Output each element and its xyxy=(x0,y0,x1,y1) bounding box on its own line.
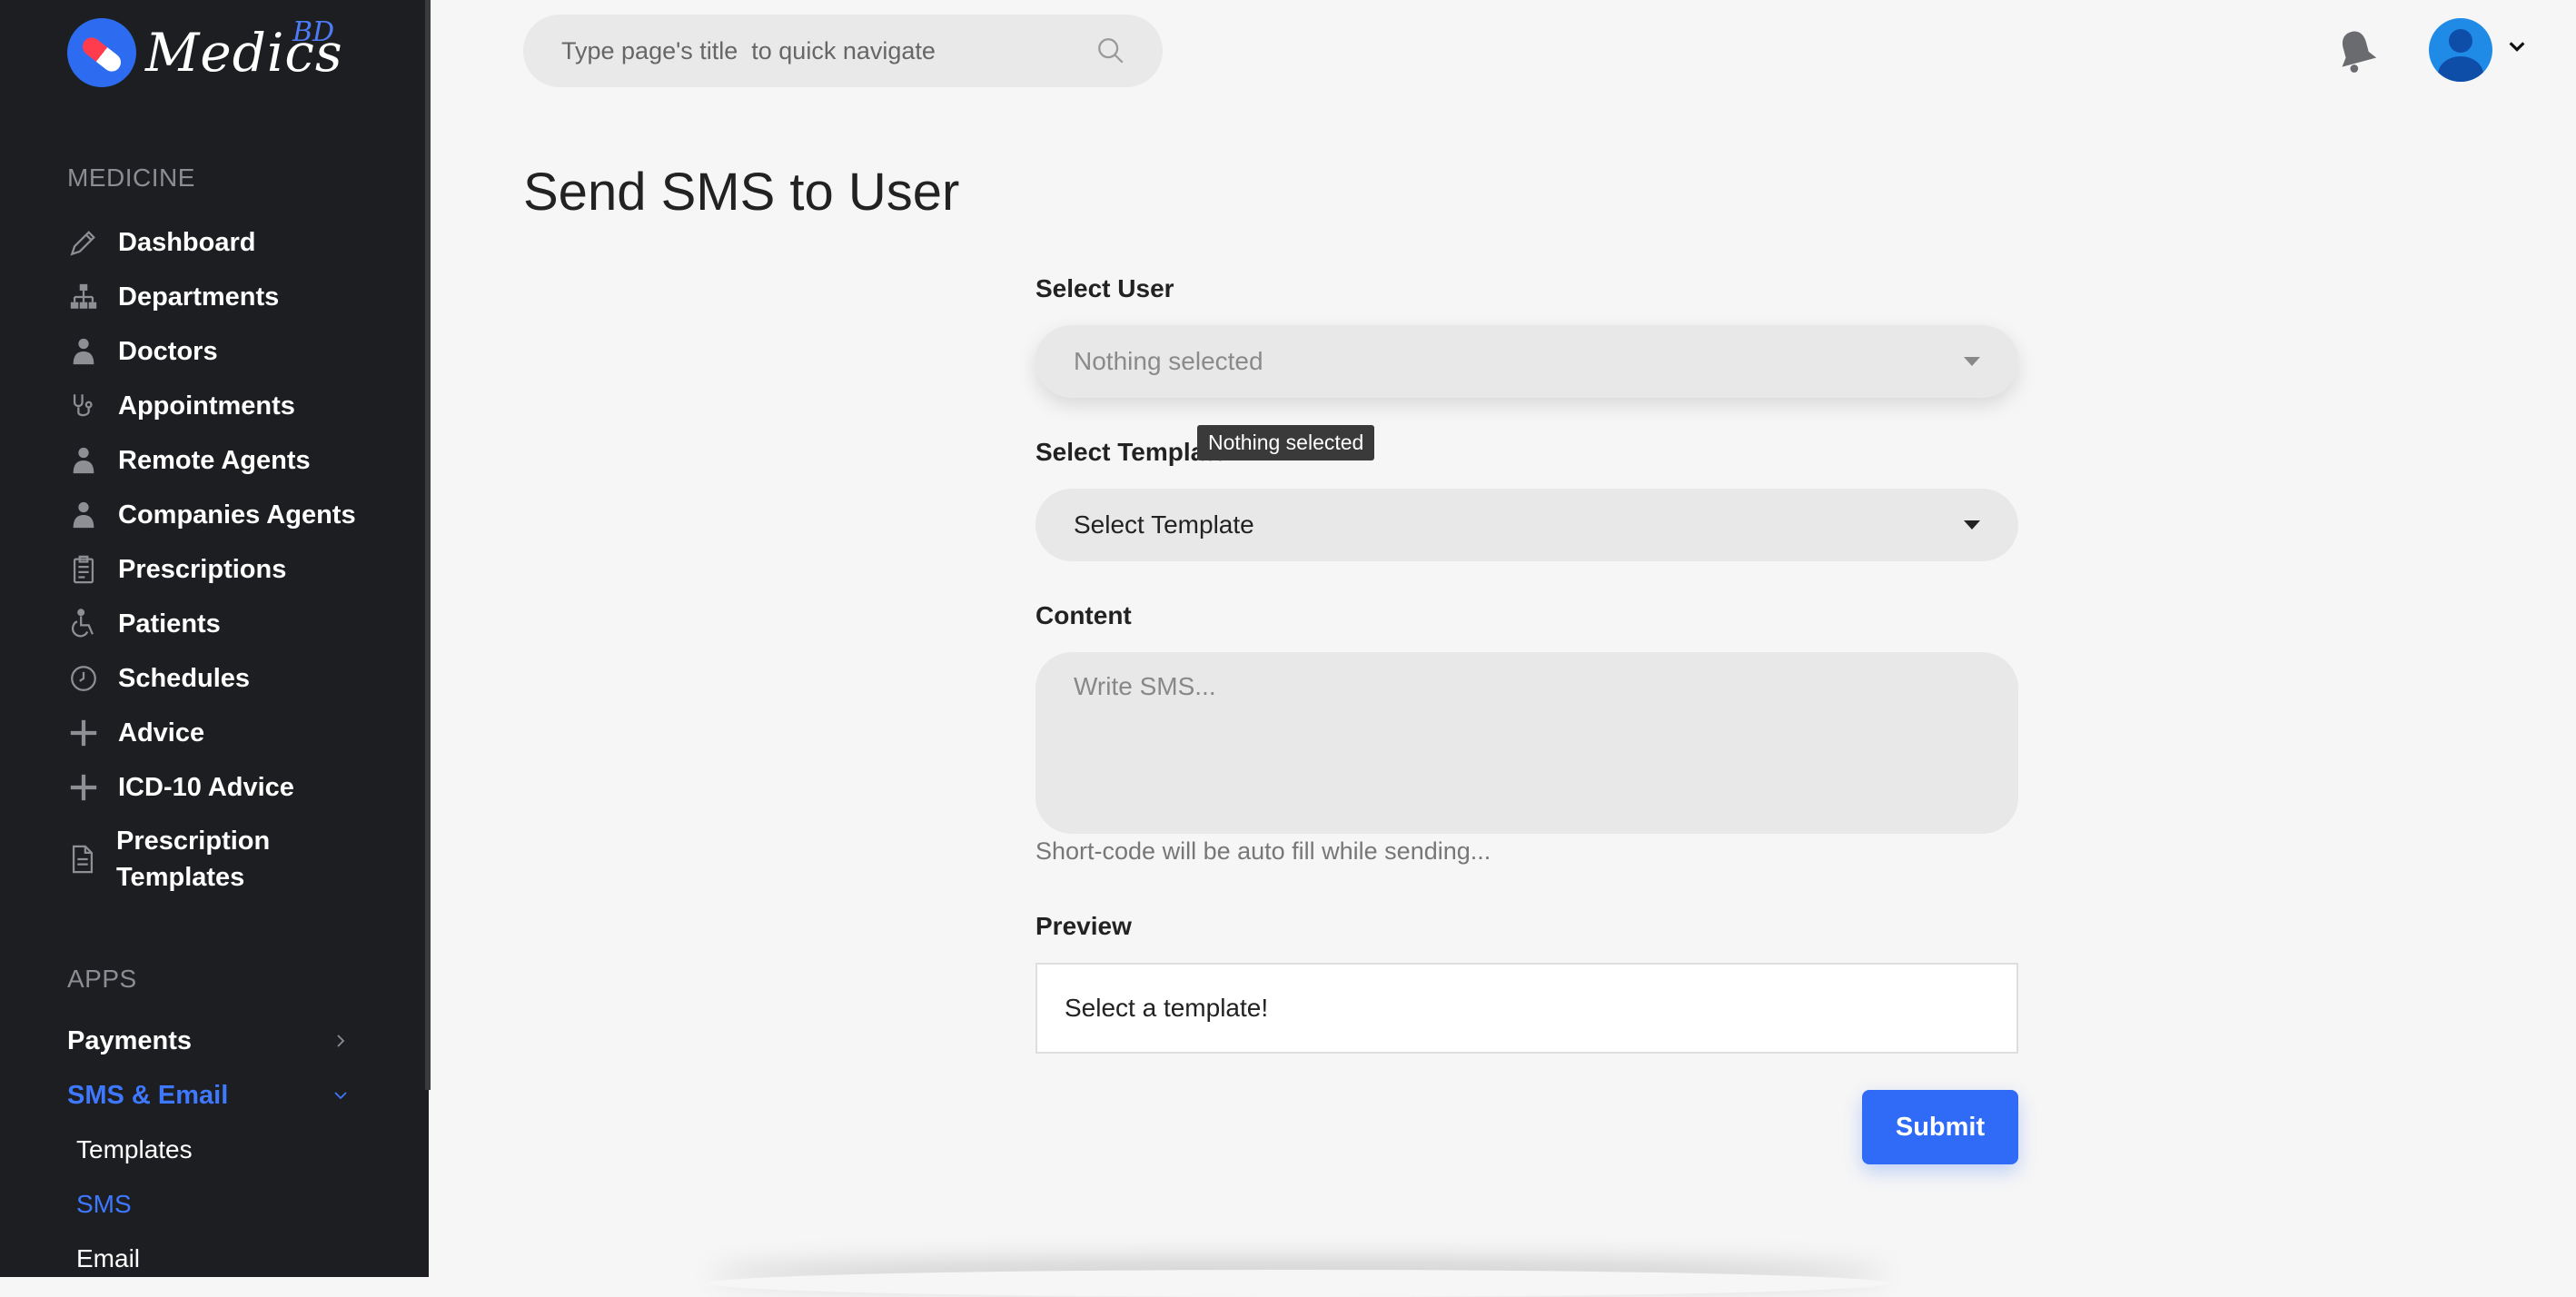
chevron-right-icon xyxy=(332,1027,349,1055)
sms-content-textarea[interactable] xyxy=(1035,652,2018,834)
chevron-down-icon xyxy=(332,1082,349,1110)
sidebar-section-apps: APPS xyxy=(67,965,137,993)
content-help-text: Short-code will be auto fill while sendi… xyxy=(1035,837,1491,865)
avatar[interactable] xyxy=(2429,18,2492,82)
sidebar-item-patients[interactable]: Patients xyxy=(67,601,221,647)
plus-icon xyxy=(67,717,100,749)
sidebar-item-label: Prescriptions xyxy=(118,554,287,584)
wheelchair-icon xyxy=(67,608,100,640)
submit-button[interactable]: Submit xyxy=(1862,1090,2018,1164)
sidebar-item-appointments[interactable]: Appointments xyxy=(67,383,295,429)
preview-label: Preview xyxy=(1035,912,1132,940)
sidebar-item-label: Appointments xyxy=(118,391,295,421)
preview-box: Select a template! xyxy=(1035,963,2018,1054)
sidebar-item-dashboard[interactable]: Dashboard xyxy=(67,220,255,265)
sidebar-item-label: Companies Agents xyxy=(118,500,356,530)
sidebar-subitem-sms[interactable]: SMS xyxy=(76,1190,132,1219)
quick-navigate-search[interactable] xyxy=(523,15,1163,87)
clipboard-icon xyxy=(67,553,100,586)
sidebar-item-label: Dashboard xyxy=(118,227,256,257)
sidebar-item-label: Doctors xyxy=(118,336,218,366)
sidebar-scrollbar[interactable] xyxy=(425,0,431,1090)
sidebar-item-label: Departments xyxy=(118,282,280,312)
caret-down-icon xyxy=(1964,357,1980,366)
sidebar-item-advice[interactable]: Advice xyxy=(67,710,204,756)
select-template-dropdown[interactable]: Select Template xyxy=(1035,489,2018,561)
sidebar-item-icd10-advice[interactable]: ICD-10 Advice xyxy=(67,765,294,810)
pen-icon xyxy=(67,226,100,259)
sidebar-app-label: Payments xyxy=(67,1025,193,1055)
agent-icon xyxy=(67,444,100,477)
page-title: Send SMS to User xyxy=(523,163,960,222)
sidebar-subitem-email[interactable]: Email xyxy=(76,1244,140,1273)
sidebar-item-doctors[interactable]: Doctors xyxy=(67,329,218,374)
select-template-value: Select Template xyxy=(1074,510,1254,539)
agent-icon xyxy=(67,499,100,531)
sidebar-app-sms-email[interactable]: SMS & Email xyxy=(67,1074,349,1117)
chevron-down-icon[interactable] xyxy=(2507,36,2527,56)
sidebar-item-label: Schedules xyxy=(118,663,251,693)
sidebar-item-prescription-templates[interactable]: Prescription Templates xyxy=(67,823,358,905)
sidebar-app-payments[interactable]: Payments xyxy=(67,1019,349,1063)
sidebar-item-schedules[interactable]: Schedules xyxy=(67,656,250,701)
sidebar-section-medicine: MEDICINE xyxy=(67,163,195,192)
brand-logo-icon xyxy=(67,18,136,87)
sidebar-item-label: Patients xyxy=(118,609,221,639)
clock-icon xyxy=(67,662,100,695)
content-label: Content xyxy=(1035,601,1132,629)
plus-icon xyxy=(67,771,100,804)
sidebar-item-label: ICD-10 Advice xyxy=(118,772,294,802)
preview-text: Select a template! xyxy=(1065,994,1269,1022)
bell-icon[interactable] xyxy=(2333,25,2380,76)
sidebar-item-companies-agents[interactable]: Companies Agents xyxy=(67,492,356,538)
doctor-icon xyxy=(67,335,100,368)
stethoscope-icon xyxy=(67,390,100,422)
tooltip: Nothing selected xyxy=(1197,425,1375,460)
select-user-label: Select User xyxy=(1035,274,1174,302)
sidebar-item-label: Prescription Templates xyxy=(116,827,271,892)
select-user-dropdown[interactable]: Nothing selected xyxy=(1035,325,2018,398)
sidebar-subitem-templates[interactable]: Templates xyxy=(76,1135,193,1164)
card-edge xyxy=(708,1270,1889,1297)
sidebar-item-label: Remote Agents xyxy=(118,445,311,475)
sidebar-item-prescriptions[interactable]: Prescriptions xyxy=(67,547,286,592)
sidebar: Medics BD MEDICINE Dashboard Departments… xyxy=(0,0,429,1277)
select-user-value: Nothing selected xyxy=(1074,347,1263,375)
sidebar-item-departments[interactable]: Departments xyxy=(67,274,279,320)
sidebar-item-label: Advice xyxy=(118,718,205,748)
search-input[interactable] xyxy=(560,35,1095,66)
brand-suffix: BD xyxy=(292,16,335,48)
sitemap-icon xyxy=(67,281,100,313)
document-icon xyxy=(67,843,98,876)
search-icon[interactable] xyxy=(1095,35,1126,66)
sidebar-app-label: SMS & Email xyxy=(67,1080,229,1110)
caret-down-icon xyxy=(1964,520,1980,530)
sidebar-item-remote-agents[interactable]: Remote Agents xyxy=(67,438,311,483)
